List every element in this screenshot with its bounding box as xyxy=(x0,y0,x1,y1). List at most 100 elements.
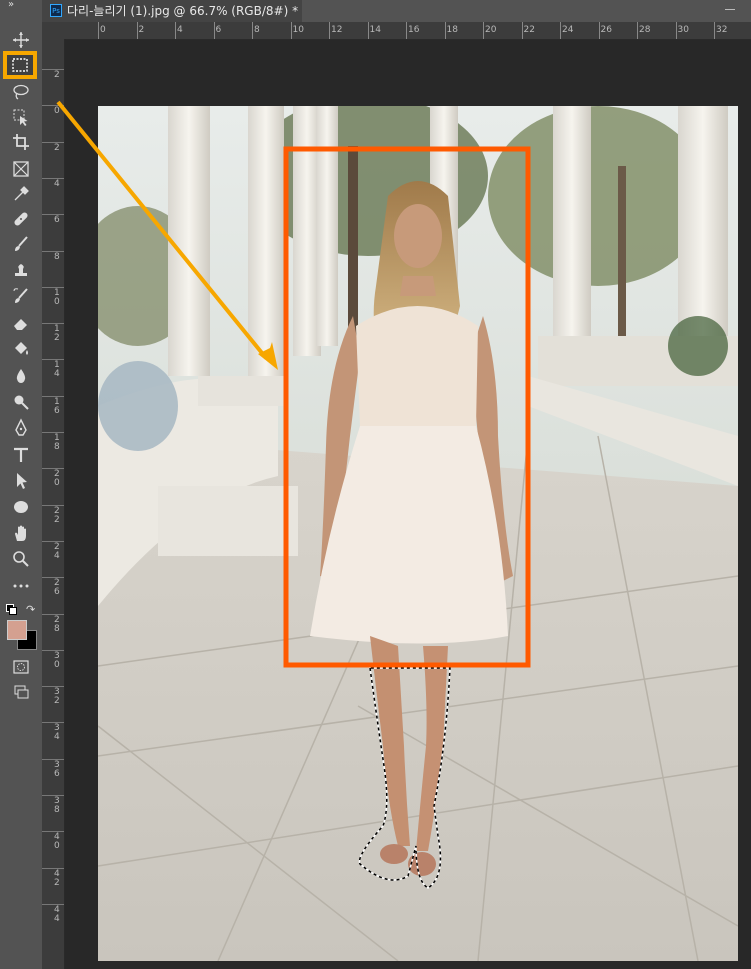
history-brush-tool[interactable] xyxy=(0,284,42,308)
crop-tool[interactable] xyxy=(0,130,42,154)
ruler-tick xyxy=(521,22,523,39)
frame-tool[interactable] xyxy=(0,157,42,181)
default-colors-icon[interactable] xyxy=(6,604,17,615)
ruler-label: 8 xyxy=(254,25,260,35)
ruler-label: 3 2 xyxy=(54,687,60,707)
blur-tool[interactable] xyxy=(0,364,42,388)
eraser-tool[interactable] xyxy=(0,311,42,335)
ruler-label: 3 8 xyxy=(54,796,60,815)
marquee-icon xyxy=(10,55,30,75)
document-image[interactable] xyxy=(98,106,738,961)
lasso-tool[interactable] xyxy=(0,80,42,104)
ruler-label: 0 xyxy=(100,25,106,35)
rectangular-marquee-tool[interactable] xyxy=(3,51,37,79)
photoshop-icon: Ps xyxy=(50,4,62,17)
ruler-tick xyxy=(175,22,176,39)
ruler-tick xyxy=(42,577,64,579)
arrow-icon xyxy=(11,471,31,491)
bucket-icon xyxy=(11,339,31,359)
ruler-tick xyxy=(42,613,64,615)
screen-mode-icon[interactable] xyxy=(0,680,42,704)
dodge-icon xyxy=(11,392,31,412)
tools-panel: » ↷ xyxy=(0,0,43,969)
drop-icon xyxy=(11,366,31,386)
ruler-label: 2 xyxy=(54,142,60,153)
document-title: 다리-늘리기 (1).jpg @ 66.7% (RGB/8#) * xyxy=(67,4,299,18)
swap-colors-icon[interactable]: ↷ xyxy=(26,603,35,616)
ruler-tick xyxy=(714,22,715,39)
pen-tool[interactable] xyxy=(0,416,42,440)
edit-toolbar[interactable] xyxy=(0,574,42,598)
ruler-tick xyxy=(42,649,64,651)
ruler-label: 28 xyxy=(639,25,651,35)
ruler-label: 22 xyxy=(523,25,535,35)
ruler-tick xyxy=(42,286,64,288)
path-selection-tool[interactable] xyxy=(0,469,42,493)
move-icon xyxy=(11,30,31,50)
ruler-label: 1 8 xyxy=(54,433,60,452)
ruler-label: 4 0 xyxy=(54,832,60,852)
ruler-tick xyxy=(406,22,407,39)
ruler-tick xyxy=(42,903,64,905)
ruler-label: 3 4 xyxy=(54,723,60,743)
healing-brush-tool[interactable] xyxy=(0,207,42,231)
ruler-tick xyxy=(42,69,64,70)
ruler-tick xyxy=(560,22,561,39)
ruler-tick xyxy=(42,432,64,433)
collapse-panel-button[interactable]: » xyxy=(8,0,14,10)
zoom-tool[interactable] xyxy=(0,547,42,571)
document-tab-bar: Ps 다리-늘리기 (1).jpg @ 66.7% (RGB/8#) * xyxy=(42,0,751,22)
ruler-label: 6 xyxy=(54,215,60,226)
ruler-tick xyxy=(252,22,253,39)
paint-bucket-tool[interactable] xyxy=(0,337,42,361)
ruler-tick xyxy=(42,250,64,252)
dodge-tool[interactable] xyxy=(0,390,42,414)
ruler-label: 2 8 xyxy=(54,614,60,634)
eyedropper-tool[interactable] xyxy=(0,182,42,206)
object-select-icon xyxy=(11,107,31,127)
ruler-tick xyxy=(42,686,64,688)
ruler-tick xyxy=(42,758,64,760)
brush-tool[interactable] xyxy=(0,232,42,256)
ruler-tick xyxy=(42,395,64,397)
document-tab[interactable]: Ps 다리-늘리기 (1).jpg @ 66.7% (RGB/8#) * xyxy=(42,0,302,22)
ruler-label: 30 xyxy=(677,25,689,35)
ruler-tick xyxy=(42,177,64,179)
history-brush-icon xyxy=(11,286,31,306)
ruler-label: 2 0 xyxy=(54,469,60,489)
object-selection-tool[interactable] xyxy=(0,105,42,129)
ruler-tick xyxy=(367,22,369,39)
ruler-tick xyxy=(598,22,600,39)
ruler-label: 2 4 xyxy=(54,541,60,561)
ruler-origin[interactable] xyxy=(42,22,66,39)
ruler-label: 20 xyxy=(485,25,497,35)
ruler-label: 4 4 xyxy=(54,904,60,924)
ruler-label: 0 xyxy=(54,106,60,117)
vertical-ruler[interactable]: 2 0 2 4 6 8 1 0 1 2 1 4 1 6 1 8 2 0 2 2 2 4 2 6 2 8 3 0 3… xyxy=(42,39,65,969)
ruler-tick xyxy=(42,141,64,143)
ruler-tick xyxy=(42,722,64,724)
hand-tool[interactable] xyxy=(0,521,42,545)
horizontal-ruler[interactable]: 0 2 4 6 8 10 12 14 16 18 20 22 24 26 28 30 32 xyxy=(66,22,751,40)
ruler-tick xyxy=(329,22,330,39)
ruler-label: 2 xyxy=(138,25,145,35)
frame-icon xyxy=(11,159,31,179)
ruler-label: 1 2 xyxy=(54,324,60,344)
ruler-label: 3 6 xyxy=(54,759,60,779)
ruler-label: 12 xyxy=(331,25,343,35)
eraser-icon xyxy=(11,313,31,333)
quick-mask-icon[interactable] xyxy=(0,655,42,679)
ruler-tick xyxy=(136,22,138,39)
ruler-label: 18 xyxy=(446,25,458,35)
move-tool[interactable] xyxy=(0,28,42,52)
type-tool[interactable] xyxy=(0,443,42,467)
minimize-icon[interactable] xyxy=(725,9,735,10)
ruler-label: 2 xyxy=(54,70,60,80)
ruler-tick xyxy=(42,795,64,796)
ruler-tick xyxy=(213,22,215,39)
foreground-color-swatch[interactable] xyxy=(7,620,27,640)
ellipse-tool[interactable] xyxy=(0,495,42,519)
clone-stamp-tool[interactable] xyxy=(0,258,42,282)
ruler-tick xyxy=(98,22,99,39)
ruler-label: 8 xyxy=(54,251,60,262)
